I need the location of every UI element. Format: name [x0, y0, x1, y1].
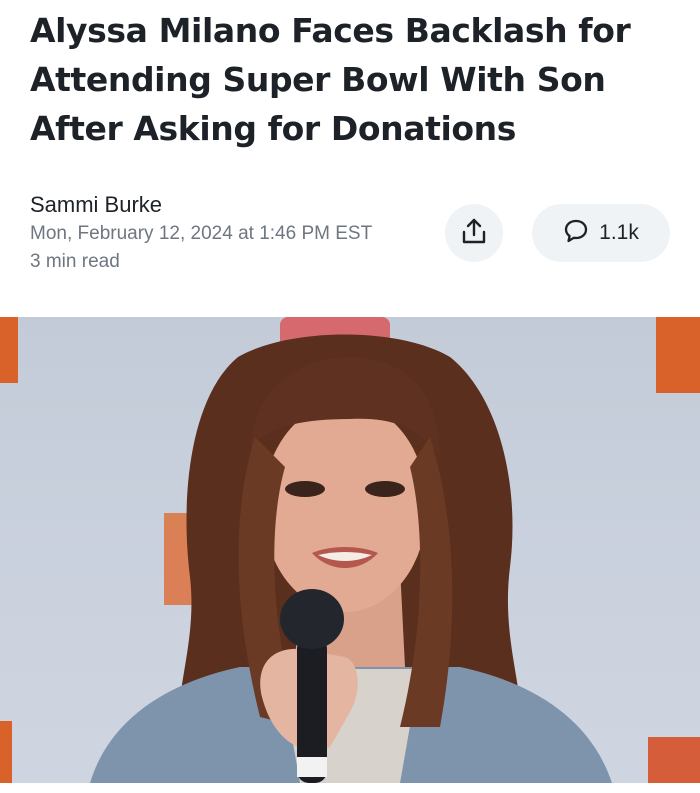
- byline: Sammi Burke Mon, February 12, 2024 at 1:…: [30, 190, 372, 276]
- face: [263, 402, 427, 612]
- backdrop-sign-bottom-right: [648, 737, 700, 783]
- share-icon: [461, 217, 487, 250]
- right-eye: [365, 481, 405, 497]
- backdrop-sign-right: [656, 317, 700, 393]
- hero-photo-illustration: [0, 317, 700, 783]
- article-headline: Alyssa Milano Faces Backlash for Attendi…: [30, 11, 631, 148]
- comment-count: 1.1k: [599, 221, 639, 244]
- share-button[interactable]: [445, 204, 503, 262]
- left-eye: [285, 481, 325, 497]
- comments-button[interactable]: 1.1k: [532, 204, 670, 262]
- author-name[interactable]: Sammi Burke: [30, 190, 372, 220]
- microphone-head: [280, 589, 344, 649]
- hero-photo[interactable]: [0, 317, 700, 783]
- read-time: 3 min read: [30, 251, 120, 272]
- comment-bubble-icon: [563, 218, 589, 249]
- backdrop-sign-left: [0, 317, 18, 383]
- backdrop-sign-bottom-left: [0, 721, 12, 783]
- publish-date: Mon, February 12, 2024 at 1:46 PM EST: [30, 223, 373, 244]
